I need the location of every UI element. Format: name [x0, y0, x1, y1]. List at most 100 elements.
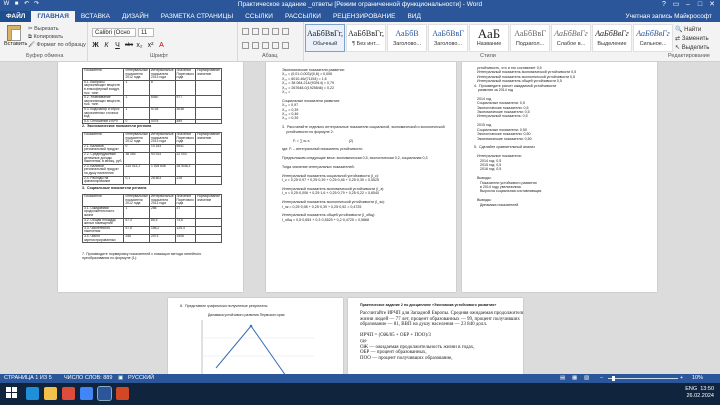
zoom-in-button[interactable]: + — [680, 374, 683, 383]
bold-button[interactable]: Ж — [92, 42, 99, 49]
account-link[interactable]: Учетная запись Майкрософт — [617, 11, 720, 22]
chart-point — [249, 324, 253, 328]
language-indicator[interactable]: РУССКИЙ — [128, 374, 154, 383]
replace-button[interactable]: ⇄ Заменить — [675, 35, 709, 44]
style-heading2[interactable]: АаБбВвГ Заголово... — [428, 24, 468, 52]
window-title: Практическое задание _ответы [Режим огра… — [237, 1, 483, 8]
help-button[interactable]: ? — [658, 0, 670, 10]
tab-file[interactable]: ФАЙЛ — [0, 11, 32, 22]
page-4[interactable]: 8. Представьте графически полученные рез… — [168, 298, 343, 374]
page-2[interactable]: Экономические показатели развития: X₂₁ = … — [266, 62, 456, 292]
table-cell: Интервальные показатели 2012 года — [123, 68, 150, 81]
proofing-icon[interactable]: ▣ — [118, 374, 123, 383]
numbering-icon[interactable] — [252, 28, 259, 35]
superscript-button[interactable]: x² — [147, 42, 154, 49]
zoom-slider-thumb[interactable] — [612, 376, 615, 381]
line-spacing-icon[interactable] — [282, 42, 289, 49]
tab-references[interactable]: ССЫЛКИ — [239, 11, 279, 22]
page-5[interactable]: Практическое задание 2 по дисциплине «Эк… — [348, 298, 523, 374]
styles-gallery: АаБбВвГг, Обычный АаБбВвГг, ¶ Без инт... А… — [305, 24, 674, 52]
table-cell: Показатели — [81, 194, 125, 207]
indent-icon[interactable] — [272, 28, 279, 35]
style-intense-emphasis[interactable]: АаБбВвГг Сильное... — [633, 24, 673, 52]
italic-button[interactable]: К — [103, 42, 110, 49]
style-normal[interactable]: АаБбВвГг, Обычный — [305, 24, 345, 52]
tab-insert[interactable]: ВСТАВКА — [75, 11, 116, 22]
chrome-icon[interactable] — [80, 387, 93, 400]
font-name-select[interactable]: Calibri (Осно — [92, 28, 136, 37]
pilcrow-icon[interactable] — [282, 28, 289, 35]
close-button[interactable]: ✕ — [706, 0, 718, 10]
style-preview: АаБбВ — [395, 29, 419, 38]
ribbon-tabs: ФАЙЛ ГЛАВНАЯ ВСТАВКА ДИЗАЙН РАЗМЕТКА СТР… — [0, 10, 720, 22]
subscript-button[interactable]: x₂ — [136, 42, 143, 49]
tab-view[interactable]: ВИД — [401, 11, 426, 22]
ie-icon[interactable] — [26, 387, 39, 400]
tab-home[interactable]: ГЛАВНАЯ — [31, 11, 75, 22]
section-heading-economic: 2. Экономические показатели региона — [82, 124, 152, 128]
table-cell — [195, 118, 222, 125]
tab-review[interactable]: РЕЦЕНЗИРОВАНИЕ — [327, 11, 402, 22]
table-cell — [195, 233, 222, 244]
document-area[interactable]: Показатели Интервальные показатели 2012 г… — [0, 62, 720, 374]
style-name: Сильное... — [639, 41, 667, 47]
table-cell: 489 — [174, 118, 197, 125]
page-count[interactable]: СТРАНИЦА 1 ИЗ 5 — [4, 374, 52, 383]
clock-time[interactable]: 13:50 — [700, 386, 714, 392]
normalization-task: 7. Производите нормировку показателей с … — [82, 252, 202, 261]
copy-button[interactable]: ⧉ Копировать — [28, 33, 86, 41]
print-layout-icon[interactable]: ▦ — [572, 374, 577, 383]
style-no-spacing[interactable]: АаБбВвГг, ¶ Без инт... — [346, 24, 386, 52]
windows-start-icon[interactable] — [6, 387, 18, 399]
ecology-table: Показатели Интервальные показатели 2012 г… — [81, 68, 222, 125]
cut-button[interactable]: ✂ Вырезать — [28, 25, 86, 33]
zoom-level[interactable]: 10% — [692, 374, 703, 383]
table-cell: 1506 — [174, 233, 197, 244]
paste-button[interactable]: Вставить — [4, 25, 28, 49]
find-button[interactable]: 🔍 Найти — [675, 26, 709, 35]
word-count[interactable]: ЧИСЛО СЛОВ: 889 — [64, 374, 112, 383]
strikethrough-button[interactable]: abc — [125, 42, 133, 49]
language-tray[interactable]: ENG — [685, 386, 697, 392]
style-emphasis[interactable]: АаБбВвГг Выделение — [592, 24, 632, 52]
web-layout-icon[interactable]: ▧ — [584, 374, 589, 383]
tab-design[interactable]: ДИЗАЙН — [116, 11, 155, 22]
justify-icon[interactable] — [272, 42, 279, 49]
align-left-icon[interactable] — [242, 42, 249, 49]
zoom-out-button[interactable]: − — [600, 374, 603, 383]
tab-mailings[interactable]: РАССЫЛКИ — [279, 11, 327, 22]
maximize-button[interactable]: □ — [694, 0, 706, 10]
bullets-icon[interactable] — [242, 28, 249, 35]
chart-caption: 8. Представьте графически полученные рез… — [180, 304, 268, 308]
format-painter-button[interactable]: 🖌 Формат по образцу — [28, 41, 86, 49]
underline-button[interactable]: Ч — [114, 42, 121, 49]
table-cell: Показатели — [81, 68, 125, 81]
font-size-select[interactable]: 11 — [138, 28, 154, 37]
taskbar: ENG 13:50 26.02.2024 — [0, 383, 720, 405]
align-right-icon[interactable] — [262, 42, 269, 49]
minimize-button[interactable]: ‒ — [682, 0, 694, 10]
page-3[interactable]: устойчивость, что и это составляет 0,5 И… — [462, 62, 657, 292]
file-explorer-icon[interactable] — [44, 387, 57, 400]
multilevel-list-icon[interactable] — [262, 28, 269, 35]
tab-page-layout[interactable]: РАЗМЕТКА СТРАНИЦЫ — [155, 11, 239, 22]
word-taskbar-icon[interactable] — [97, 386, 112, 401]
clock-date[interactable]: 26.02.2024 — [686, 393, 714, 399]
powerpoint-icon[interactable] — [116, 387, 129, 400]
read-mode-icon[interactable]: ▤ — [560, 374, 565, 383]
align-center-icon[interactable] — [252, 42, 259, 49]
style-heading1[interactable]: АаБбВ Заголово... — [387, 24, 427, 52]
style-title[interactable]: АаБ Название — [469, 24, 509, 52]
page-1[interactable]: Показатели Интервальные показатели 2012 г… — [58, 62, 243, 292]
table-cell: 5.2. Улавливание загрязняющих веществ, т… — [81, 95, 125, 108]
table-row: 5.2. Улавливание загрязняющих веществ, т… — [81, 95, 222, 108]
economic-table: Показатели Интервальные показатели 2012 г… — [81, 132, 222, 185]
zoom-slider[interactable] — [608, 378, 678, 379]
table-row: 5.3. Водозабор и сброс загрязненных сточ… — [81, 106, 222, 120]
style-subtle-emphasis[interactable]: АаБбВвГг Слабое в... — [551, 24, 591, 52]
style-subtitle[interactable]: АаБбВвГ Подзагол... — [510, 24, 550, 52]
font-color-button[interactable]: А — [158, 42, 165, 49]
ribbon-display-icon[interactable]: ▭ — [670, 0, 682, 10]
paste-label: Вставить — [4, 41, 28, 47]
yandex-icon[interactable] — [62, 387, 75, 400]
